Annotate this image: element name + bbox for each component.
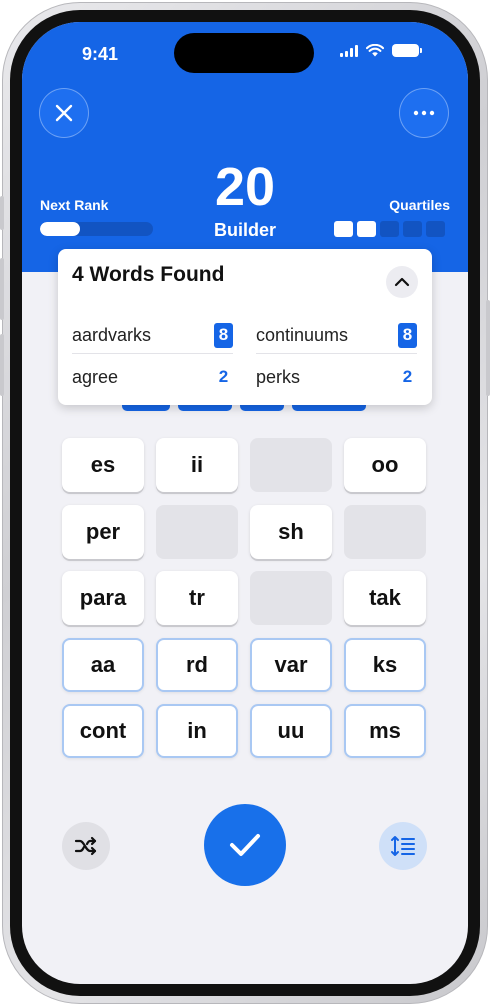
- more-button[interactable]: [399, 88, 449, 138]
- tile-ks[interactable]: ks: [344, 638, 426, 692]
- quartile-box: [380, 221, 399, 237]
- tile-used: [344, 505, 426, 559]
- word-points: 2: [402, 367, 413, 386]
- found-word: aardvarks: [72, 324, 152, 345]
- chevron-up-icon: [394, 277, 410, 287]
- checkmark-icon: [230, 834, 260, 856]
- tile-ii[interactable]: ii: [156, 438, 238, 492]
- tile-per[interactable]: per: [62, 505, 144, 559]
- close-button[interactable]: [39, 88, 89, 138]
- tile-uu[interactable]: uu: [250, 704, 332, 758]
- dynamic-island: [174, 33, 314, 73]
- words-found-panel: 4 Words Found aardvarks 8 continuums 8 agree…: [58, 249, 432, 405]
- tile-oo[interactable]: oo: [344, 438, 426, 492]
- tile-var[interactable]: var: [250, 638, 332, 692]
- next-rank-progress-fill: [40, 222, 80, 236]
- found-word: perks: [256, 366, 301, 387]
- submit-button[interactable]: [204, 804, 286, 886]
- side-button-action: [0, 196, 4, 230]
- words-found-title: 4 Words Found: [72, 263, 225, 286]
- tile-tr[interactable]: tr: [156, 571, 238, 625]
- row-divider: [72, 353, 233, 354]
- header: 9:41 20 Builder Next Rank Quartiles: [22, 22, 468, 272]
- shuffle-button[interactable]: [62, 822, 110, 870]
- next-rank-progress-bar: [40, 222, 153, 236]
- quartiles-indicator: [334, 221, 445, 237]
- more-icon: [413, 110, 435, 116]
- wifi-icon: [366, 44, 384, 57]
- collapse-button[interactable]: [386, 266, 418, 298]
- found-word-row: continuums 8: [256, 315, 417, 355]
- screen: 9:41 20 Builder Next Rank Quartiles 4 Wo…: [22, 22, 468, 984]
- tile-in[interactable]: in: [156, 704, 238, 758]
- status-time: 9:41: [82, 44, 119, 64]
- side-button-volume-down: [0, 334, 4, 396]
- tile-used: [156, 505, 238, 559]
- word-points: 8: [398, 322, 417, 348]
- found-word-row: aardvarks 8: [72, 315, 233, 355]
- next-rank-label: Next Rank: [40, 197, 109, 213]
- tile-used: [250, 438, 332, 492]
- row-divider: [256, 353, 417, 354]
- status-icons: [340, 44, 422, 57]
- sort-button[interactable]: [379, 822, 427, 870]
- battery-icon: [392, 44, 422, 57]
- quartiles-label: Quartiles: [389, 197, 450, 213]
- tile-aa[interactable]: aa: [62, 638, 144, 692]
- shuffle-icon: [74, 836, 97, 856]
- quartile-box: [357, 221, 376, 237]
- sort-list-icon: [391, 836, 415, 856]
- side-button-volume-up: [0, 258, 4, 320]
- word-points: 2: [218, 367, 229, 386]
- tile-tak[interactable]: tak: [344, 571, 426, 625]
- side-button-power: [486, 300, 490, 396]
- quartile-box: [334, 221, 353, 237]
- tile-para[interactable]: para: [62, 571, 144, 625]
- word-points: 8: [214, 322, 233, 348]
- tile-es[interactable]: es: [62, 438, 144, 492]
- quartile-box: [426, 221, 445, 237]
- found-word: continuums: [256, 324, 349, 345]
- tile-cont[interactable]: cont: [62, 704, 144, 758]
- tile-ms[interactable]: ms: [344, 704, 426, 758]
- close-icon: [55, 104, 73, 122]
- tile-used: [250, 571, 332, 625]
- found-word-row: perks 2: [256, 357, 417, 397]
- cellular-signal-icon: [340, 44, 358, 57]
- found-word: agree: [72, 366, 119, 387]
- tile-sh[interactable]: sh: [250, 505, 332, 559]
- tile-rd[interactable]: rd: [156, 638, 238, 692]
- found-word-row: agree 2: [72, 357, 233, 397]
- quartile-box: [403, 221, 422, 237]
